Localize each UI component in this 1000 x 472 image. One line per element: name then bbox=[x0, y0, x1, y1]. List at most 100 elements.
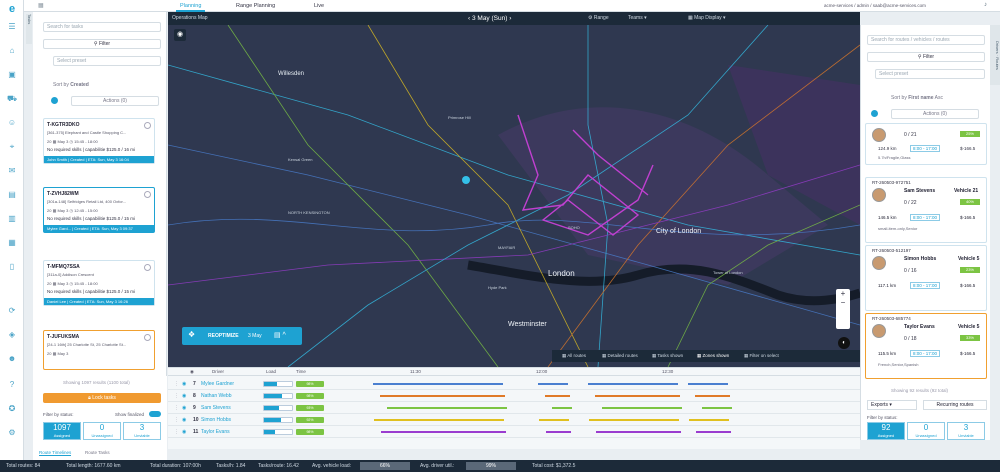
timeline-row[interactable]: ⋮ ◉ 11 Taylor Evans 98% bbox=[168, 426, 860, 438]
star-icon[interactable]: ✪ bbox=[6, 404, 18, 414]
people-icon[interactable]: ☻ bbox=[6, 354, 18, 364]
user-info[interactable]: acme-services / admin / saab@acme-servic… bbox=[824, 0, 926, 12]
filter-on-select-toggle[interactable]: ▦ Filter on select bbox=[744, 350, 779, 362]
route-segment[interactable] bbox=[538, 383, 568, 385]
unviable-status[interactable]: 3 Unviable bbox=[123, 422, 161, 440]
drivers-routes-side-tab[interactable]: Drivers · Routes bbox=[990, 25, 1000, 85]
compass-icon[interactable]: ◐ bbox=[838, 337, 850, 349]
timeline-row[interactable]: ⋮ ◉ 7 Mylee Gardner 98% bbox=[168, 378, 860, 390]
drag-handle-icon[interactable]: ⋮ bbox=[174, 393, 179, 399]
location-icon[interactable]: ⌖ bbox=[6, 142, 18, 152]
driver-name[interactable]: Taylor Evans bbox=[201, 426, 230, 438]
zones-shown-toggle[interactable]: ▦ Zones shown bbox=[697, 350, 729, 362]
route-segment[interactable] bbox=[374, 419, 504, 421]
operations-map[interactable]: Willesden Primrose Hill Kensal Green Hyd… bbox=[168, 25, 860, 367]
tab-planning[interactable]: Planning bbox=[176, 0, 206, 12]
driver-name[interactable]: Mylee Gardner bbox=[201, 378, 234, 390]
route-segment[interactable] bbox=[595, 395, 680, 397]
eye-icon[interactable]: ◉ bbox=[190, 369, 194, 375]
route-search-input[interactable]: Search for routes / vehicles / routes bbox=[867, 35, 985, 45]
route-segment[interactable] bbox=[539, 419, 569, 421]
visibility-icon[interactable]: ◉ bbox=[182, 417, 186, 423]
calendar-icon[interactable]: ▤ bbox=[6, 190, 18, 200]
chart-icon[interactable]: ▥ bbox=[6, 214, 18, 224]
teams-button[interactable]: Teams ▾ bbox=[628, 12, 647, 25]
task-checkbox[interactable] bbox=[144, 191, 151, 198]
settings-icon[interactable]: ⚙ bbox=[6, 428, 18, 438]
task-card[interactable]: T-MFMQ7SSA [311a-0] Addison Crescent 20 … bbox=[43, 260, 155, 306]
route-card[interactable]: RT-260503-685774 Taylor Evans Vehicle 5 … bbox=[865, 313, 987, 379]
visibility-icon[interactable]: ◉ bbox=[182, 393, 186, 399]
task-preset-select[interactable]: Select preset bbox=[53, 56, 161, 66]
route-card[interactable]: RT-260503-972751 Sam Stevens Vehicle 21 … bbox=[865, 177, 987, 243]
task-actions-button[interactable]: Actions (0) bbox=[71, 96, 159, 106]
route-segment[interactable] bbox=[387, 407, 507, 409]
timeline-row[interactable]: ⋮ ◉ 9 Sam Stevens 93% bbox=[168, 402, 860, 414]
map-display-button[interactable]: ▦ Map Display ▾ bbox=[688, 12, 726, 25]
truck-icon[interactable]: ⛟ bbox=[6, 94, 18, 104]
lock-tasks-button[interactable]: 🔒︎ Lock tasks bbox=[43, 393, 161, 403]
route-filter-button[interactable]: ⚲ Filter bbox=[867, 52, 985, 62]
route-actions-button[interactable]: Actions (0) bbox=[891, 109, 979, 119]
driver-col-header[interactable]: Driver bbox=[212, 369, 224, 374]
zoom-control[interactable]: + − bbox=[836, 289, 850, 329]
drag-handle-icon[interactable]: ⋮ bbox=[174, 405, 179, 411]
visibility-icon[interactable]: ◉ bbox=[182, 381, 186, 387]
detailed-routes-toggle[interactable]: ▦ Detailed routes bbox=[602, 350, 638, 362]
task-card[interactable]: T-ZVHJ82WM [301a-148] Selfridges Retail … bbox=[43, 187, 155, 233]
drag-handle-icon[interactable]: ⋮ bbox=[174, 429, 179, 435]
sort-label[interactable]: Sort by Created bbox=[53, 82, 89, 88]
route-card[interactable]: RT-260503-512197 Simon Hobbs Vehicle 5 0… bbox=[865, 245, 987, 311]
route-segment[interactable] bbox=[545, 395, 570, 397]
users-icon[interactable]: ☺ bbox=[6, 118, 18, 128]
route-card[interactable]: 0 / 21 25% 124.9 km 8:00 - 17:00 $-166.5… bbox=[865, 123, 987, 165]
map-canvas[interactable] bbox=[168, 25, 860, 367]
route-segment[interactable] bbox=[689, 419, 729, 421]
route-segment[interactable] bbox=[373, 383, 503, 385]
all-routes-toggle[interactable]: ▦ All routes bbox=[562, 350, 586, 362]
help-icon[interactable]: ? bbox=[6, 380, 18, 390]
load-col-header[interactable]: Load bbox=[266, 369, 276, 374]
menu-icon[interactable]: ☰ bbox=[6, 22, 18, 32]
sync-icon[interactable]: ⟳ bbox=[6, 306, 18, 316]
reoptimize-bar[interactable]: ❖ REOPTIMIZE 3 May ▤ ^ bbox=[182, 327, 302, 345]
chat-icon[interactable]: ✉ bbox=[6, 166, 18, 176]
exports-button[interactable]: Exports ▾ bbox=[867, 400, 917, 410]
route-segment[interactable] bbox=[588, 383, 678, 385]
route-sort-label[interactable]: Sort by First name Asc bbox=[891, 95, 943, 101]
driver-name[interactable]: Nathan Webb bbox=[201, 390, 231, 402]
home-icon[interactable]: ⌂ bbox=[6, 46, 18, 56]
route-segment[interactable] bbox=[695, 395, 730, 397]
date-picker[interactable]: ‹ 3 May (Sun) › bbox=[468, 12, 511, 25]
range-button[interactable]: ⚙ Range bbox=[588, 12, 609, 25]
route-segment[interactable] bbox=[380, 395, 505, 397]
unassigned-status[interactable]: 0 Unassigned bbox=[907, 422, 945, 440]
drag-handle-icon[interactable]: ⋮ bbox=[174, 417, 179, 423]
driver-name[interactable]: Sam Stevens bbox=[201, 402, 231, 414]
route-segment[interactable] bbox=[696, 431, 731, 433]
assigned-status[interactable]: 1097 Assigned bbox=[43, 422, 81, 440]
chevron-right-icon[interactable]: › bbox=[507, 15, 511, 22]
route-segment[interactable] bbox=[589, 419, 679, 421]
task-card[interactable]: T-JUFUKSMA [24-1 16th] 25 Charlotte St, … bbox=[43, 330, 155, 370]
grid-icon[interactable]: ▦ bbox=[6, 238, 18, 248]
route-segment[interactable] bbox=[602, 407, 682, 409]
task-card[interactable]: T-KGTR3DKO [361-375] Elephant and Castle… bbox=[43, 118, 155, 164]
tab-live[interactable]: Live bbox=[314, 0, 324, 12]
tag-icon[interactable]: ◈ bbox=[6, 330, 18, 340]
zoom-out-icon[interactable]: − bbox=[836, 298, 850, 307]
visibility-icon[interactable]: ◉ bbox=[182, 429, 186, 435]
document-icon[interactable]: ▯ bbox=[6, 262, 18, 272]
select-all-checkbox[interactable] bbox=[871, 110, 878, 117]
show-finalized-toggle[interactable] bbox=[149, 411, 161, 417]
tasks-side-tab[interactable]: Tasks bbox=[26, 14, 32, 44]
tab-range-planning[interactable]: Range Planning bbox=[236, 0, 275, 12]
task-filter-button[interactable]: ⚲ Filter bbox=[43, 39, 161, 49]
zoom-in-icon[interactable]: + bbox=[836, 289, 850, 298]
route-preset-select[interactable]: Select preset bbox=[875, 69, 985, 79]
task-checkbox[interactable] bbox=[144, 334, 151, 341]
timeline-row[interactable]: ⋮ ◉ 10 Simon Hobbs 92% bbox=[168, 414, 860, 426]
bell-icon[interactable]: ♪ bbox=[984, 2, 987, 8]
unviable-status[interactable]: 3 Unviable bbox=[947, 422, 985, 440]
box-icon[interactable]: ▣ bbox=[6, 70, 18, 80]
